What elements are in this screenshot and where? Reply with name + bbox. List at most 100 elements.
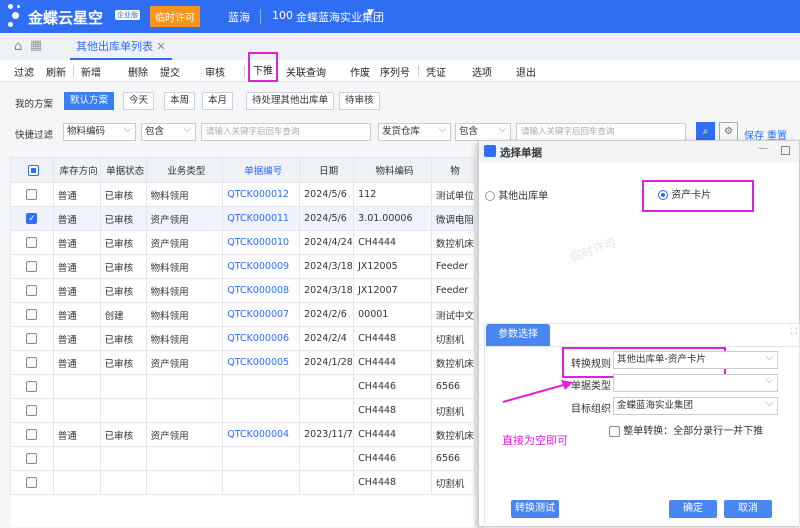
- table-row[interactable]: 普通 已审核 资产领用 QTCK000005 2024/1/28 CH4444 …: [10, 350, 476, 375]
- watermark: 临时许可: [568, 235, 619, 265]
- bill-type-select[interactable]: [613, 373, 778, 392]
- row-checkbox[interactable]: [10, 470, 54, 495]
- row-checkbox[interactable]: [10, 374, 54, 399]
- cell-bill-no[interactable]: [222, 446, 301, 471]
- row-checkbox[interactable]: [10, 398, 54, 423]
- table-row[interactable]: CH4448 切割机: [10, 398, 476, 423]
- radio-other-outbound[interactable]: 其他出库单: [485, 187, 548, 202]
- row-checkbox[interactable]: [10, 182, 54, 207]
- cell-bill-no[interactable]: QTCK000005: [222, 350, 301, 375]
- row-checkbox[interactable]: [10, 350, 54, 375]
- table-row[interactable]: 普通 已审核 物料领用 QTCK000012 2024/5/6 112 测试单位: [10, 182, 476, 207]
- cell-bill-no[interactable]: QTCK000011: [222, 206, 301, 231]
- table-row[interactable]: 普通 已审核 资产领用 QTCK000010 2024/4/24 CH4444 …: [10, 230, 476, 255]
- minimize-icon[interactable]: —: [758, 143, 768, 154]
- scheme-to-audit[interactable]: 待审核: [339, 92, 380, 110]
- row-checkbox[interactable]: [10, 278, 54, 303]
- row-checkbox[interactable]: ✓: [10, 206, 54, 231]
- col-material-code[interactable]: 物料编码: [353, 157, 432, 183]
- table-row[interactable]: CH4448 切割机: [10, 470, 476, 495]
- tab-param-select[interactable]: 参数选择: [486, 324, 550, 346]
- col-bill-no[interactable]: 单据编号: [222, 157, 301, 183]
- cell-bill-no[interactable]: [222, 398, 301, 423]
- apps-grid-icon[interactable]: ▦: [30, 38, 42, 53]
- cell-bill-no[interactable]: QTCK000010: [222, 230, 301, 255]
- filter-keyword2-input[interactable]: 请输入关键字后回车查询: [516, 123, 686, 141]
- search-icon[interactable]: ⌕: [696, 122, 715, 141]
- cell-bill-no[interactable]: [222, 374, 301, 399]
- home-icon[interactable]: ⌂: [14, 39, 22, 54]
- cell-status: [99, 374, 147, 399]
- table-row[interactable]: 普通 已审核 物料领用 QTCK000008 2024/3/18 JX12007…: [10, 278, 476, 303]
- serial-number-button[interactable]: 序列号: [380, 64, 410, 79]
- rule-select[interactable]: 其他出库单-资产卡片: [613, 350, 778, 369]
- voucher-button[interactable]: 凭证: [426, 64, 446, 79]
- table-row[interactable]: CH4446 6566: [10, 374, 476, 399]
- delete-button[interactable]: 删除: [128, 64, 148, 79]
- scheme-week[interactable]: 本周: [164, 92, 196, 110]
- rule-label: 转换规则: [571, 359, 611, 370]
- options-button[interactable]: 选项: [472, 64, 492, 79]
- col-direction[interactable]: 库存方向: [52, 157, 101, 183]
- table-row[interactable]: ✓ 普通 已审核 资产领用 QTCK000011 2024/5/6 3.01.0…: [10, 206, 476, 231]
- row-checkbox[interactable]: [10, 446, 54, 471]
- maximize-icon[interactable]: [781, 146, 790, 155]
- related-query-button[interactable]: 关联查询: [286, 64, 326, 79]
- scheme-default[interactable]: 默认方案: [64, 92, 115, 110]
- row-checkbox[interactable]: [10, 326, 54, 351]
- filter-button[interactable]: 过滤: [14, 64, 34, 79]
- row-checkbox[interactable]: [10, 254, 54, 279]
- cell-bill-no[interactable]: QTCK000007: [222, 302, 301, 327]
- target-org-select[interactable]: 金蝶蓝海实业集团: [613, 396, 778, 415]
- scheme-today[interactable]: 今天: [123, 92, 155, 110]
- cell-bill-no[interactable]: QTCK000008: [222, 278, 301, 303]
- audit-button[interactable]: 审核: [205, 64, 225, 79]
- filter-operator2-select[interactable]: 包含: [455, 122, 511, 141]
- cell-biz-type: [145, 470, 224, 495]
- col-biz-type[interactable]: 业务类型: [145, 157, 224, 183]
- void-button[interactable]: 作废: [350, 64, 370, 79]
- cell-status: 已审核: [99, 422, 147, 447]
- row-checkbox[interactable]: [10, 422, 54, 447]
- refresh-button[interactable]: 刷新: [46, 64, 66, 79]
- table-row[interactable]: 普通 创建 物料领用 QTCK000007 2024/2/6 00001 测试中…: [10, 302, 476, 327]
- filter-field2-select[interactable]: 发货仓库: [378, 122, 451, 141]
- filter-keyword-input[interactable]: 请输入关键字后回车查询: [201, 123, 371, 141]
- scheme-pending[interactable]: 待处理其他出库单: [246, 92, 335, 110]
- scheme-month[interactable]: 本月: [202, 92, 234, 110]
- radio-asset-card[interactable]: 资产卡片: [658, 186, 711, 201]
- table-row[interactable]: 普通 已审核 物料领用 QTCK000006 2024/2/4 CH4448 切…: [10, 326, 476, 351]
- col-date[interactable]: 日期: [299, 157, 355, 183]
- table-row[interactable]: CH4446 6566: [10, 446, 476, 471]
- cell-bill-no[interactable]: QTCK000004: [222, 422, 301, 447]
- whole-convert-checkbox[interactable]: 整单转换：全部分录行一并下推: [609, 422, 763, 437]
- cancel-button[interactable]: 取消: [724, 500, 772, 518]
- table-row[interactable]: 普通 已审核 资产领用 QTCK000004 2023/11/7 CH4444 …: [10, 422, 476, 447]
- col-status[interactable]: 单据状态: [99, 157, 147, 183]
- cell-bill-no[interactable]: QTCK000009: [222, 254, 301, 279]
- convert-test-button[interactable]: 转换测试: [511, 500, 559, 518]
- cell-material-code: CH4446: [353, 374, 432, 399]
- row-checkbox[interactable]: [10, 302, 54, 327]
- col-material-name[interactable]: 物: [430, 157, 476, 183]
- org-dropdown-icon[interactable]: ▼: [367, 8, 374, 18]
- close-tab-icon[interactable]: ✕: [157, 40, 166, 53]
- table-row[interactable]: 普通 已审核 物料领用 QTCK000009 2024/3/18 JX12005…: [10, 254, 476, 279]
- row-checkbox[interactable]: [10, 230, 54, 255]
- ok-button[interactable]: 确定: [669, 500, 717, 518]
- tab-other-outbound-list[interactable]: 其他出库单列表 ✕: [70, 33, 172, 60]
- select-all-checkbox[interactable]: [10, 157, 54, 183]
- push-down-button[interactable]: 下推: [248, 52, 278, 82]
- filter-operator-select[interactable]: 包含: [141, 122, 196, 141]
- new-button[interactable]: 新增: [81, 64, 101, 79]
- cell-bill-no[interactable]: [222, 470, 301, 495]
- exit-button[interactable]: 退出: [516, 64, 536, 79]
- toolbar: 过滤 刷新 新增 删除 提交 审核 下推 关联查询 作废 序列号 凭证 选项 退…: [0, 52, 800, 82]
- filter-field-select[interactable]: 物料编码: [63, 122, 136, 141]
- submit-button[interactable]: 提交: [160, 64, 180, 79]
- license-badge[interactable]: 临时许可: [150, 6, 200, 27]
- cell-bill-no[interactable]: QTCK000006: [222, 326, 301, 351]
- expand-icon[interactable]: ⛶: [791, 327, 797, 337]
- cell-bill-no[interactable]: QTCK000012: [222, 182, 301, 207]
- gear-icon[interactable]: ⚙: [719, 122, 738, 141]
